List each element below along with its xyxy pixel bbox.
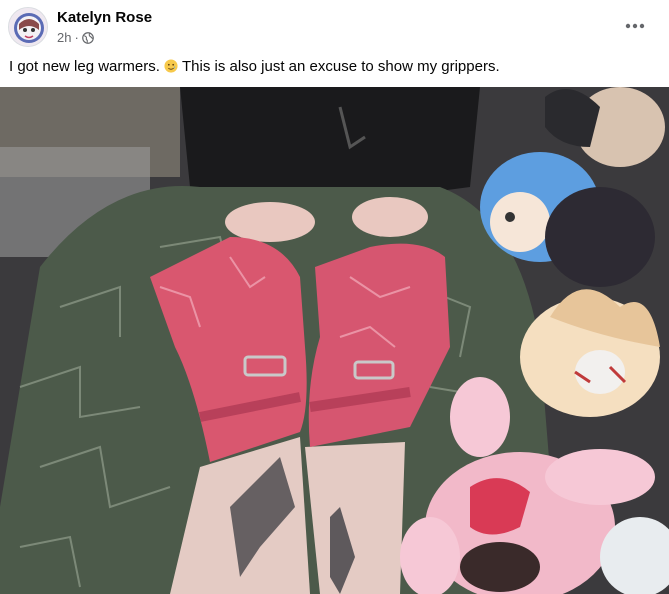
author-avatar[interactable] [8, 7, 48, 47]
photo-image [0, 87, 669, 594]
globe-icon[interactable] [81, 32, 94, 44]
post-timestamp[interactable]: 2h [57, 30, 71, 45]
post-header: Katelyn Rose 2h · [0, 0, 669, 52]
facebook-post: Katelyn Rose 2h · I got new leg warmers. [0, 0, 669, 594]
post-meta: 2h · [57, 30, 94, 45]
more-options-icon [625, 23, 645, 29]
caption-text-1: I got new leg warmers. [9, 58, 160, 75]
smiling-face-with-tear-icon [164, 59, 178, 73]
more-options-button[interactable] [619, 12, 651, 40]
caption-text-2: This is also just an excuse to show my g… [181, 58, 500, 75]
meta-separator: · [74, 30, 79, 45]
author-name[interactable]: Katelyn Rose [57, 9, 152, 26]
post-photo[interactable] [0, 87, 669, 594]
avatar-image [9, 8, 47, 46]
post-caption: I got new leg warmers. This is also just… [9, 57, 659, 77]
